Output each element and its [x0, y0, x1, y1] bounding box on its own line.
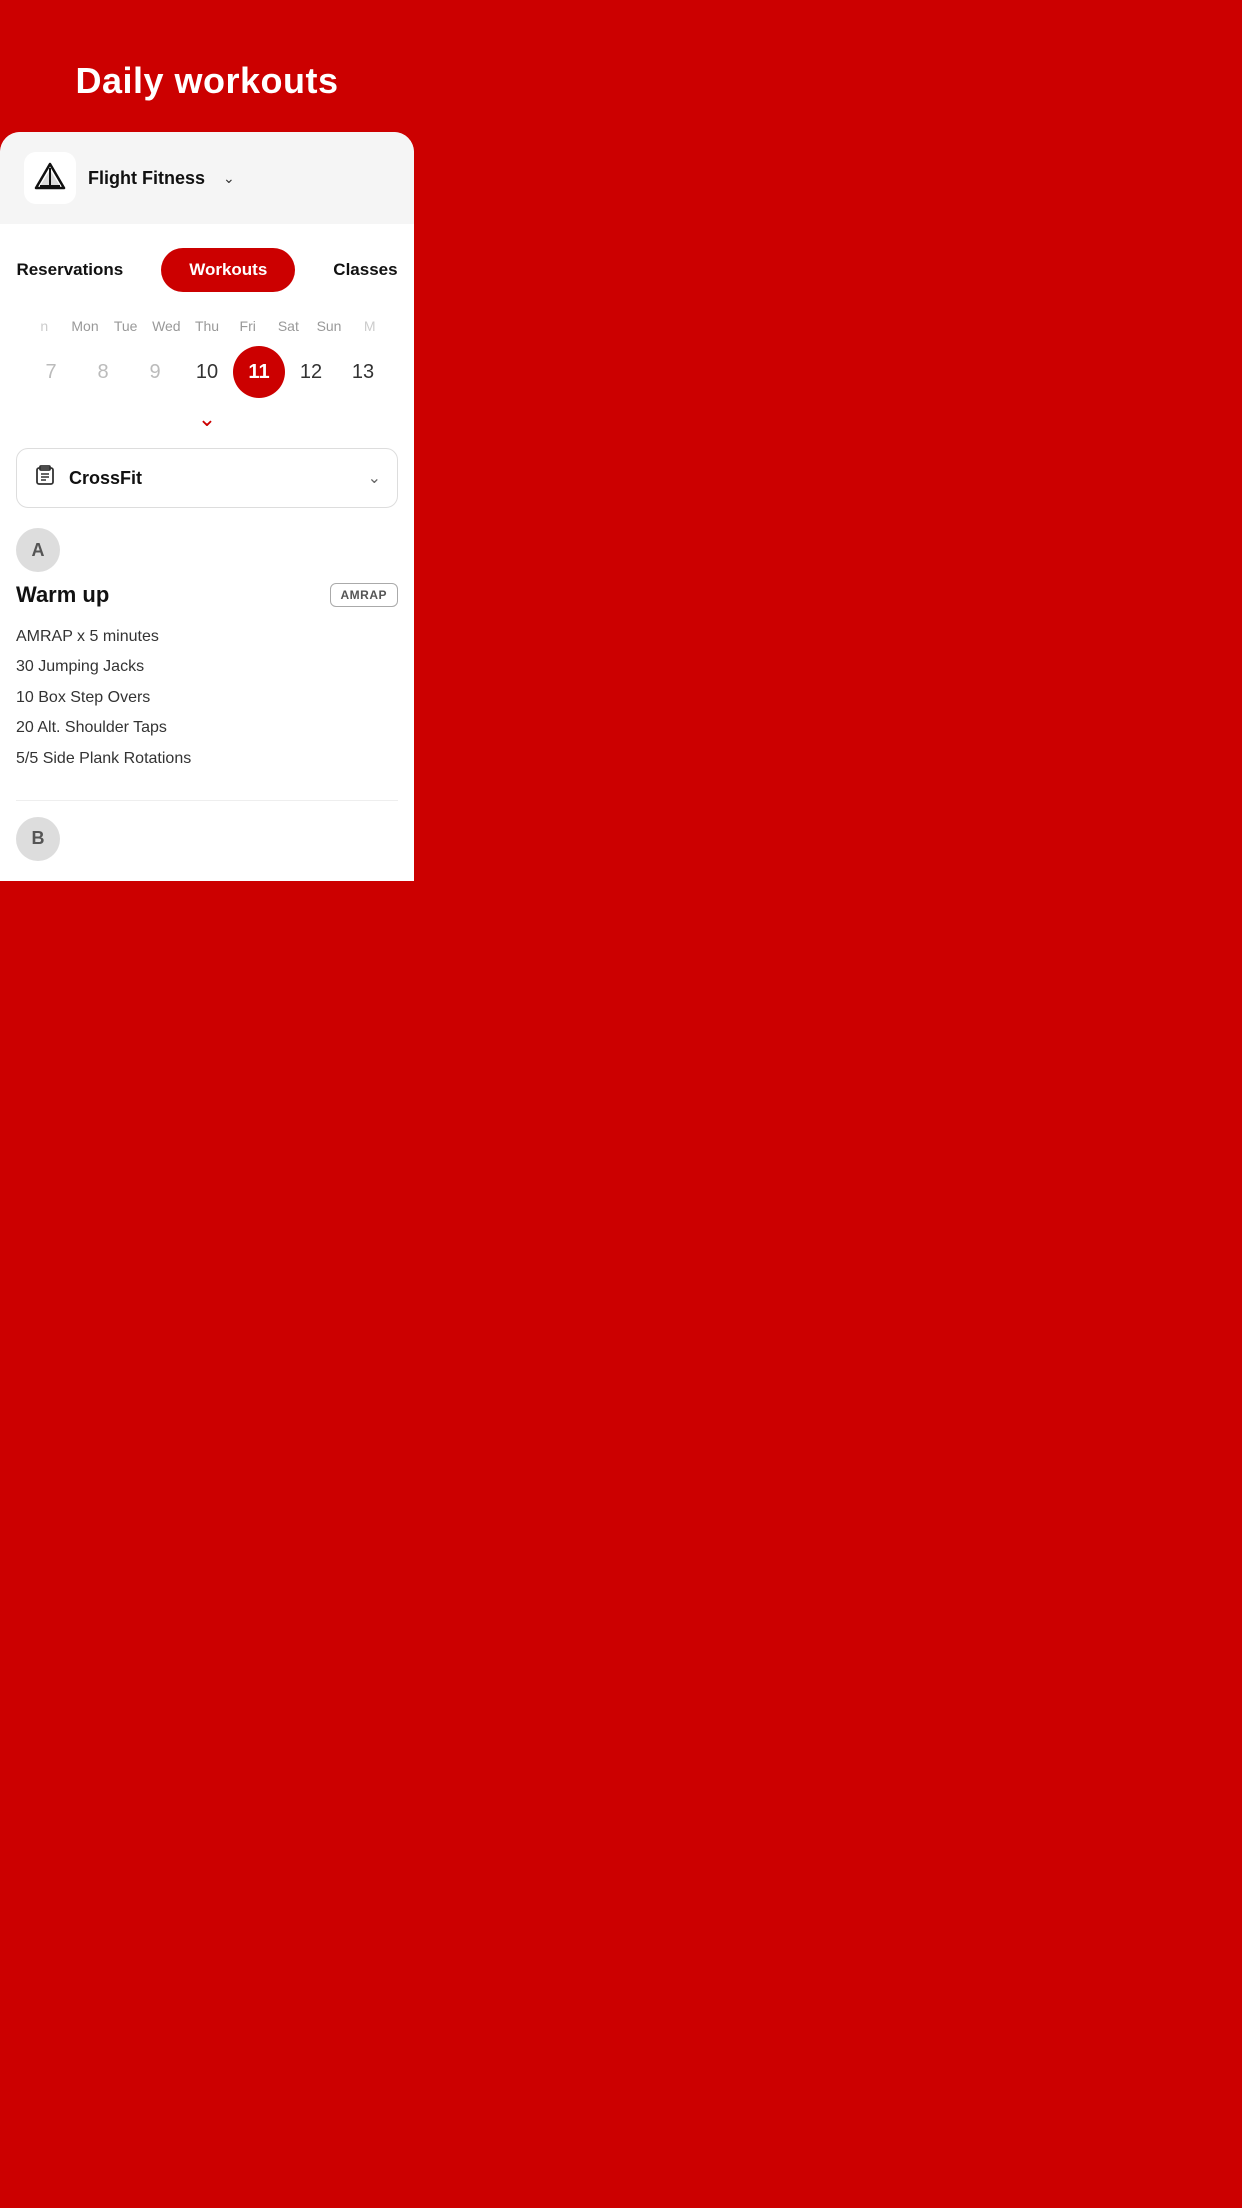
section-a: A Warm up AMRAP AMRAP x 5 minutes 30 Jum…	[0, 528, 414, 784]
section-badge-amrap: AMRAP	[330, 583, 399, 607]
date-num-8[interactable]: 8	[77, 346, 129, 398]
day-col-sun: Sun	[309, 312, 350, 340]
date-7[interactable]: 7	[25, 346, 77, 398]
section-divider	[16, 800, 398, 801]
day-col-partial-left: n	[24, 312, 65, 340]
gym-name: Flight Fitness	[88, 168, 205, 189]
workout-type-name: CrossFit	[69, 468, 356, 489]
workout-details-a: AMRAP x 5 minutes 30 Jumping Jacks 10 Bo…	[16, 622, 398, 784]
workout-line-2: 30 Jumping Jacks	[16, 652, 398, 682]
workout-line-4: 20 Alt. Shoulder Taps	[16, 713, 398, 743]
header: Daily workouts	[0, 0, 414, 132]
section-title-warmup: Warm up	[16, 582, 109, 608]
calendar-days-header: n Mon Tue Wed Thu Fri Sat	[16, 312, 398, 340]
gym-logo	[24, 152, 76, 204]
gym-logo-icon	[32, 160, 68, 196]
workout-type-selector[interactable]: CrossFit ⌄	[16, 448, 398, 508]
date-num-12[interactable]: 12	[285, 346, 337, 398]
calendar: n Mon Tue Wed Thu Fri Sat	[0, 312, 414, 398]
day-label-sat: Sat	[268, 312, 309, 340]
date-num-11[interactable]: 11	[233, 346, 285, 398]
calendar-expand-row[interactable]: ⌄	[0, 398, 414, 448]
day-label-wed: Wed	[146, 312, 187, 340]
day-label-partial-left: n	[24, 312, 65, 340]
section-avatar-a: A	[16, 528, 60, 572]
day-col-tue: Tue	[105, 312, 146, 340]
day-label-fri: Fri	[227, 312, 268, 340]
date-spacer-right	[389, 346, 390, 398]
day-col-thu: Thu	[187, 312, 228, 340]
clipboard-icon	[33, 463, 57, 493]
calendar-dates: 7 8 9 10 11 12 13	[16, 340, 398, 398]
main-card: Flight Fitness ⌄ Reservations Workouts C…	[0, 132, 414, 881]
gym-selector[interactable]: Flight Fitness ⌄	[0, 132, 414, 224]
date-num-13[interactable]: 13	[337, 346, 389, 398]
page-title: Daily workouts	[20, 60, 394, 102]
section-header-a: Warm up AMRAP	[16, 582, 398, 608]
date-11[interactable]: 11	[233, 346, 285, 398]
day-label-mon: Mon	[65, 312, 106, 340]
day-label-thu: Thu	[187, 312, 228, 340]
gym-dropdown-icon[interactable]: ⌄	[223, 170, 235, 187]
tab-reservations[interactable]: Reservations	[0, 248, 151, 292]
date-10[interactable]: 10	[181, 346, 233, 398]
workout-line-5: 5/5 Side Plank Rotations	[16, 744, 398, 774]
date-num-10[interactable]: 10	[181, 346, 233, 398]
date-12[interactable]: 12	[285, 346, 337, 398]
section-avatar-b: B	[16, 817, 60, 861]
day-label-tue: Tue	[105, 312, 146, 340]
day-label-partial-right: M	[349, 312, 390, 340]
day-col-sat: Sat	[268, 312, 309, 340]
date-num-9[interactable]: 9	[129, 346, 181, 398]
tab-classes[interactable]: Classes	[305, 248, 414, 292]
date-13[interactable]: 13	[337, 346, 389, 398]
date-8[interactable]: 8	[77, 346, 129, 398]
date-9[interactable]: 9	[129, 346, 181, 398]
day-col-partial-right: M	[349, 312, 390, 340]
workout-line-3: 10 Box Step Overs	[16, 683, 398, 713]
tab-workouts[interactable]: Workouts	[161, 248, 295, 292]
workout-line-1: AMRAP x 5 minutes	[16, 622, 398, 652]
workout-type-chevron-icon: ⌄	[368, 468, 381, 488]
white-card: Reservations Workouts Classes n Mon Tue …	[0, 224, 414, 881]
tab-bar: Reservations Workouts Classes	[0, 224, 414, 312]
day-col-mon: Mon	[65, 312, 106, 340]
day-col-wed: Wed	[146, 312, 187, 340]
day-label-sun: Sun	[309, 312, 350, 340]
calendar-expand-icon[interactable]: ⌄	[198, 406, 216, 432]
date-num-7[interactable]: 7	[25, 346, 77, 398]
day-col-fri: Fri	[227, 312, 268, 340]
